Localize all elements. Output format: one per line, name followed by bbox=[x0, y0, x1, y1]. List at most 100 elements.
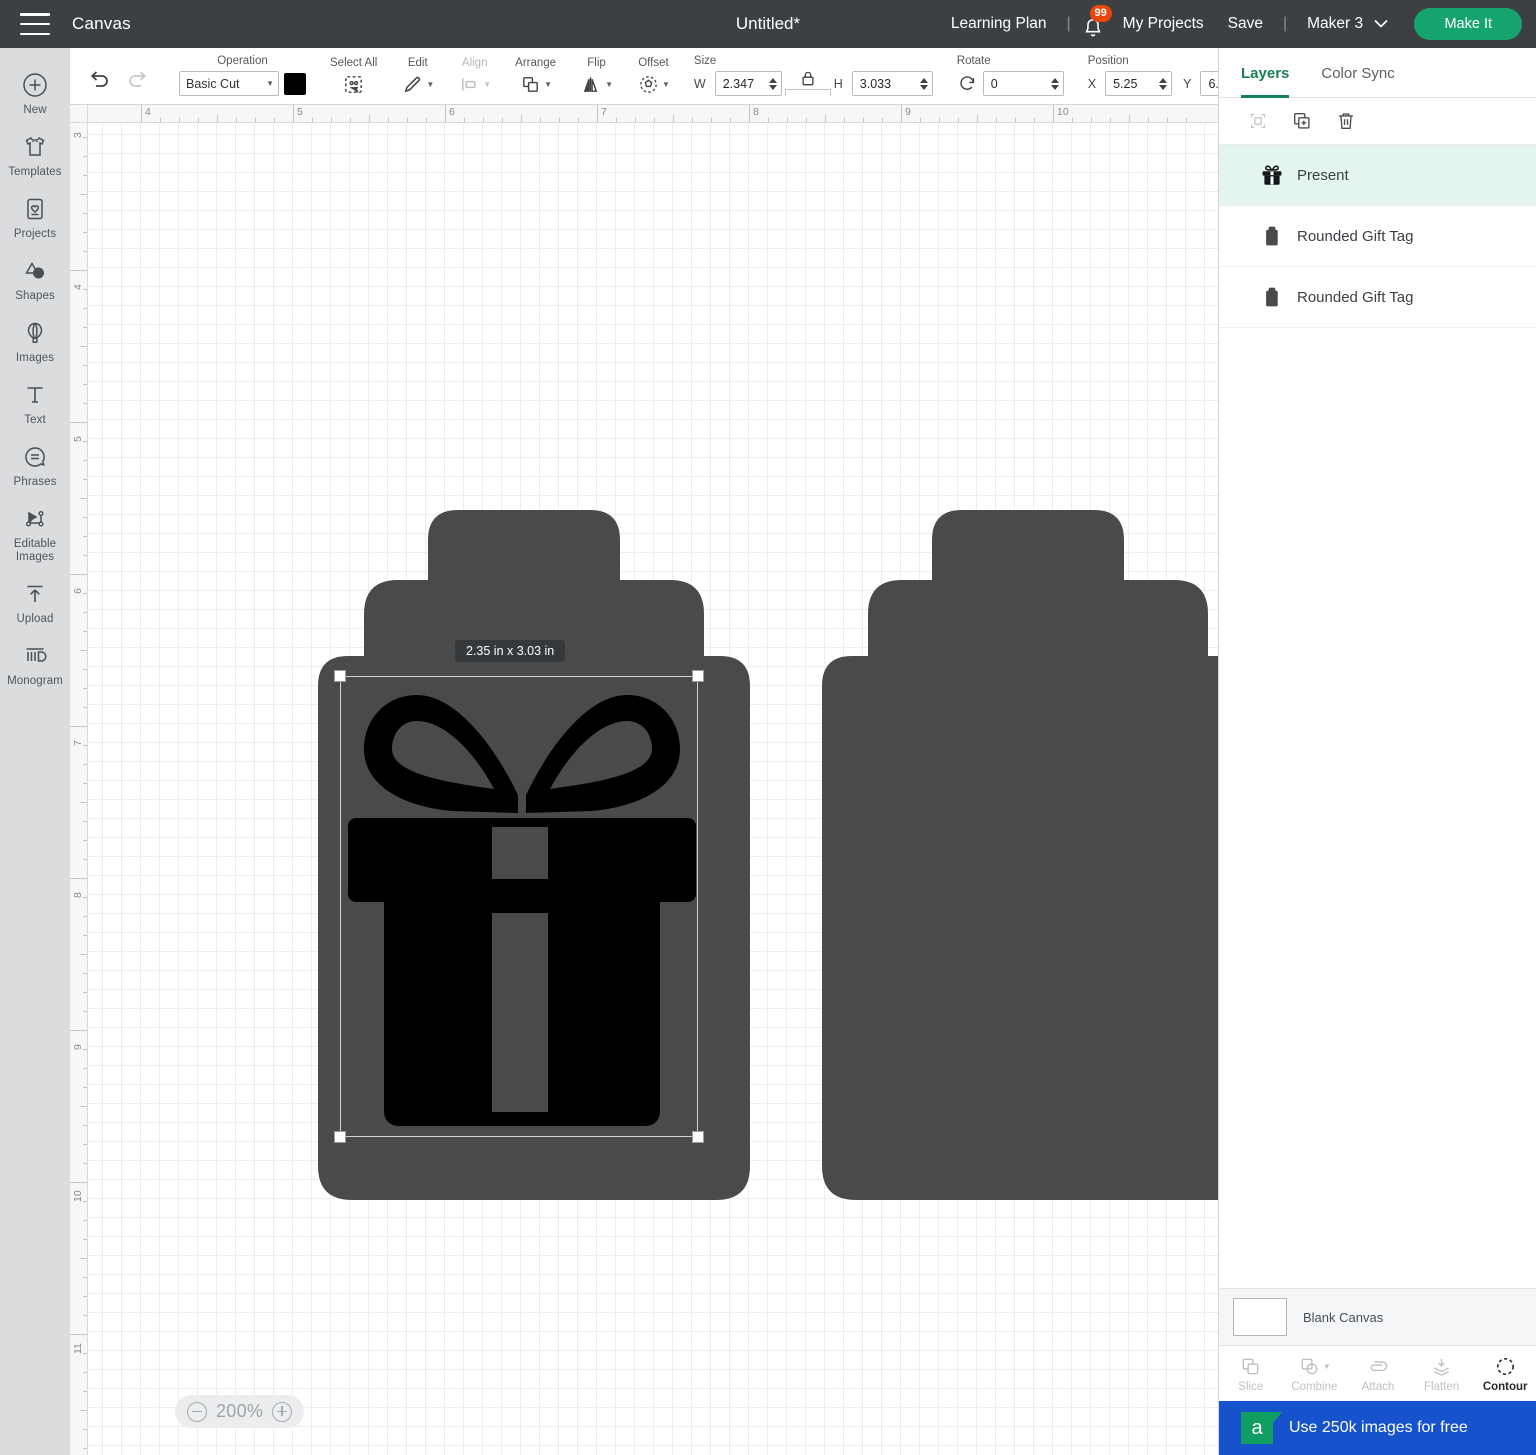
ruler-minor-tick bbox=[83, 365, 87, 366]
ruler-minor-tick bbox=[83, 1448, 87, 1449]
sidebar-item-label: Text bbox=[24, 414, 46, 427]
sidebar-item-label: Shapes bbox=[15, 290, 55, 303]
ruler-major-tick bbox=[445, 105, 446, 122]
delete-button[interactable] bbox=[1335, 110, 1357, 132]
operation-color-swatch[interactable] bbox=[284, 73, 306, 95]
layer-row-rounded-gift-tag-2[interactable]: Rounded Gift Tag bbox=[1219, 267, 1536, 328]
flatten-button[interactable]: Flatten bbox=[1410, 1346, 1474, 1401]
notifications-bell[interactable]: 99 bbox=[1079, 9, 1109, 39]
arrange-group: Arrange ▼ bbox=[503, 47, 568, 104]
shape-operations: Slice ▼ Combine Attach Flatten bbox=[1219, 1345, 1536, 1401]
ruler-major-tick bbox=[70, 1334, 87, 1335]
sidebar-item-monogram[interactable]: Monogram bbox=[0, 633, 70, 695]
layer-row-rounded-gift-tag-1[interactable]: Rounded Gift Tag bbox=[1219, 206, 1536, 267]
arrange-button[interactable]: ▼ bbox=[519, 73, 552, 96]
tab-layers[interactable]: Layers bbox=[1241, 48, 1289, 98]
sidebar-item-editable-images[interactable]: Editable Images bbox=[0, 496, 70, 571]
hamburger-menu-icon[interactable] bbox=[20, 13, 50, 35]
rotate-icon[interactable] bbox=[957, 73, 978, 94]
make-it-button[interactable]: Make It bbox=[1414, 8, 1522, 40]
sidebar-item-projects[interactable]: Projects bbox=[0, 186, 70, 248]
duplicate-icon bbox=[1291, 110, 1313, 132]
operation-select[interactable]: Basic Cut ▼ bbox=[179, 71, 279, 96]
resize-handle-bottom-right[interactable] bbox=[692, 1131, 704, 1143]
canvas-label[interactable]: Canvas bbox=[72, 14, 131, 34]
resize-handle-top-left[interactable] bbox=[334, 670, 346, 682]
shapes-icon bbox=[22, 257, 48, 285]
combine-button[interactable]: ▼ Combine bbox=[1283, 1346, 1347, 1401]
x-field[interactable] bbox=[1105, 71, 1172, 96]
sidebar-item-upload[interactable]: Upload bbox=[0, 571, 70, 633]
design-canvas[interactable]: 2.35 in x 3.03 in 45678910 34567891011 2… bbox=[70, 105, 1218, 1455]
rotate-stepper[interactable] bbox=[1049, 78, 1061, 90]
layer-row-present[interactable]: Present bbox=[1219, 145, 1536, 206]
sidebar-item-shapes[interactable]: Shapes bbox=[0, 248, 70, 310]
resize-handle-bottom-left[interactable] bbox=[334, 1131, 346, 1143]
rotate-input[interactable] bbox=[991, 77, 1049, 91]
flip-button[interactable]: ▼ bbox=[580, 73, 613, 96]
slice-button[interactable]: Slice bbox=[1219, 1346, 1283, 1401]
width-input[interactable] bbox=[723, 77, 767, 91]
undo-button[interactable] bbox=[82, 62, 116, 96]
ruler-minor-tick bbox=[83, 973, 87, 974]
ruler-minor-tick bbox=[83, 1125, 87, 1126]
offset-icon bbox=[637, 73, 660, 96]
height-input[interactable] bbox=[860, 77, 918, 91]
ruler-minor-tick bbox=[939, 118, 940, 122]
selection-dimension-tooltip: 2.35 in x 3.03 in bbox=[455, 640, 565, 662]
flip-caption: Flip bbox=[587, 57, 606, 69]
x-input[interactable] bbox=[1113, 77, 1157, 91]
save-button[interactable]: Save bbox=[1216, 15, 1275, 33]
operation-group: Operation Basic Cut ▼ bbox=[167, 47, 318, 104]
edit-group: Edit ▼ bbox=[389, 47, 446, 104]
sidebar-item-templates[interactable]: Templates bbox=[0, 124, 70, 186]
ruler-minor-tick bbox=[787, 118, 788, 122]
zoom-out-button[interactable] bbox=[187, 1402, 207, 1422]
height-field[interactable] bbox=[852, 71, 933, 96]
align-button[interactable]: ▼ bbox=[458, 73, 491, 96]
resize-handle-top-right[interactable] bbox=[692, 670, 704, 682]
horizontal-ruler: 45678910 bbox=[70, 105, 1218, 123]
rotate-caption: Rotate bbox=[957, 55, 991, 67]
learning-plan-link[interactable]: Learning Plan bbox=[939, 15, 1059, 33]
layer-actions bbox=[1219, 98, 1536, 145]
contour-button[interactable]: Contour bbox=[1473, 1346, 1536, 1401]
sidebar-item-new[interactable]: New bbox=[0, 62, 70, 124]
zoom-in-button[interactable] bbox=[272, 1402, 292, 1422]
machine-selector[interactable]: Maker 3 bbox=[1295, 15, 1400, 33]
offset-button[interactable]: ▼ bbox=[637, 73, 670, 96]
my-projects-link[interactable]: My Projects bbox=[1111, 15, 1216, 33]
height-stepper[interactable] bbox=[918, 78, 930, 90]
rotate-field[interactable] bbox=[983, 71, 1064, 96]
op-label: Flatten bbox=[1424, 1381, 1459, 1393]
sidebar-item-images[interactable]: Images bbox=[0, 310, 70, 372]
width-stepper[interactable] bbox=[767, 78, 779, 90]
canvas-background-selector[interactable]: Blank Canvas bbox=[1219, 1288, 1536, 1345]
canvas-shape-rounded-gift-tag-2[interactable] bbox=[802, 435, 1218, 1210]
attach-button[interactable]: Attach bbox=[1346, 1346, 1410, 1401]
chevron-down-icon: ▼ bbox=[662, 80, 670, 89]
promo-banner[interactable]: a Use 250k images for free bbox=[1219, 1401, 1536, 1455]
sidebar-item-text[interactable]: Text bbox=[0, 372, 70, 434]
duplicate-button[interactable] bbox=[1291, 110, 1313, 132]
tab-color-sync[interactable]: Color Sync bbox=[1321, 48, 1394, 98]
select-all-button[interactable] bbox=[342, 73, 365, 96]
ruler-minor-tick bbox=[80, 1106, 87, 1107]
sidebar-item-phrases[interactable]: Phrases bbox=[0, 434, 70, 496]
arrange-icon bbox=[519, 73, 542, 96]
combine-icon bbox=[1298, 1355, 1321, 1378]
width-field[interactable] bbox=[715, 71, 782, 96]
lock-aspect-ratio[interactable] bbox=[785, 70, 831, 104]
redo-button[interactable] bbox=[121, 62, 155, 96]
x-stepper[interactable] bbox=[1157, 78, 1169, 90]
ruler-minor-tick bbox=[83, 137, 87, 138]
ruler-corner bbox=[70, 105, 88, 123]
ruler-minor-tick bbox=[83, 1353, 87, 1354]
align-icon bbox=[458, 73, 481, 96]
edit-button[interactable]: ▼ bbox=[401, 73, 434, 96]
promo-text: Use 250k images for free bbox=[1289, 1419, 1468, 1437]
ruler-minor-tick bbox=[502, 118, 503, 122]
group-button[interactable] bbox=[1247, 110, 1269, 132]
canvas-swatch[interactable] bbox=[1233, 1298, 1287, 1336]
ruler-minor-tick bbox=[464, 118, 465, 122]
